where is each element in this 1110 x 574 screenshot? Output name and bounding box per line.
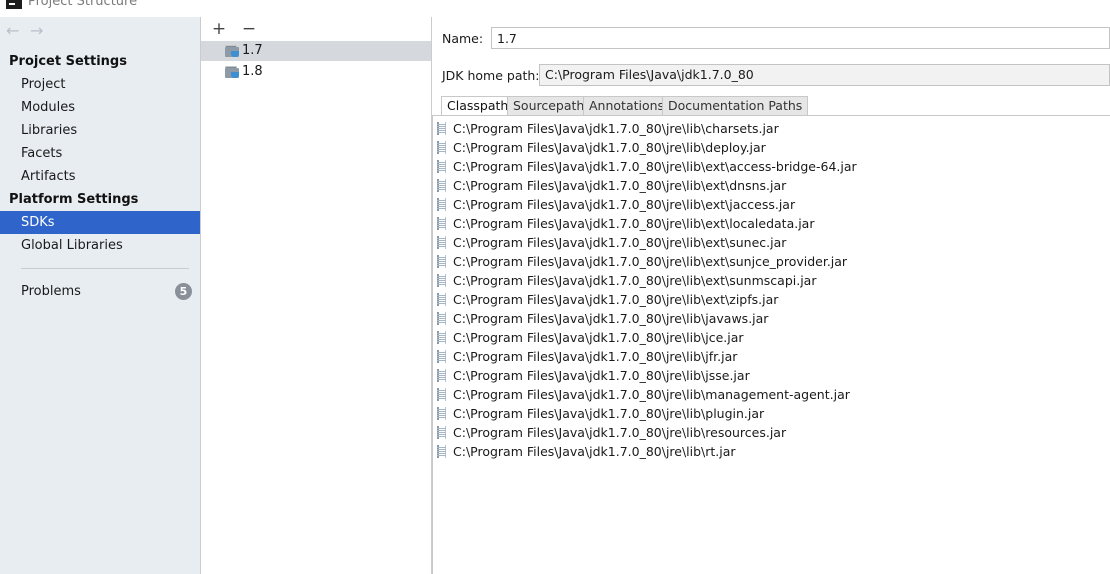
jdk-home-path-field[interactable]: C:\Program Files\Java\jdk1.7.0_80	[539, 64, 1110, 86]
classpath-entry[interactable]: C:\Program Files\Java\jdk1.7.0_80\jre\li…	[436, 328, 1106, 347]
list-left-border	[432, 115, 433, 574]
tab-classpath[interactable]: Classpath	[441, 96, 515, 115]
classpath-entry-path: C:\Program Files\Java\jdk1.7.0_80\jre\li…	[453, 178, 787, 193]
jdk-folder-icon	[225, 66, 240, 78]
classpath-entry-path: C:\Program Files\Java\jdk1.7.0_80\jre\li…	[453, 311, 769, 326]
classpath-entry[interactable]: C:\Program Files\Java\jdk1.7.0_80\jre\li…	[436, 119, 1106, 138]
classpath-entry-path: C:\Program Files\Java\jdk1.7.0_80\jre\li…	[453, 349, 738, 364]
sidebar-item-artifacts[interactable]: Artifacts	[0, 165, 200, 188]
forward-arrow-icon[interactable]: →	[30, 21, 50, 40]
classpath-entry-path: C:\Program Files\Java\jdk1.7.0_80\jre\li…	[453, 425, 787, 440]
classpath-entry[interactable]: C:\Program Files\Java\jdk1.7.0_80\jre\li…	[436, 214, 1106, 233]
jar-archive-icon	[437, 369, 446, 382]
sdk-list-panel: + − 1.7 1.8	[201, 17, 432, 574]
jar-archive-icon	[437, 122, 446, 135]
jar-archive-icon	[437, 274, 446, 287]
jdk-home-label: JDK home path:	[442, 68, 540, 83]
sdk-name: 1.8	[242, 64, 263, 79]
jar-archive-icon	[437, 217, 446, 230]
jar-archive-icon	[437, 255, 446, 268]
classpath-entry-path: C:\Program Files\Java\jdk1.7.0_80\jre\li…	[453, 444, 736, 459]
sdk-list-item[interactable]: 1.7	[201, 41, 431, 61]
sidebar-item-global-libraries[interactable]: Global Libraries	[0, 234, 200, 257]
classpath-entry[interactable]: C:\Program Files\Java\jdk1.7.0_80\jre\li…	[436, 176, 1106, 195]
jar-archive-icon	[437, 141, 446, 154]
sidebar-item-libraries[interactable]: Libraries	[0, 119, 200, 142]
remove-sdk-button[interactable]: −	[239, 19, 259, 39]
jar-archive-icon	[437, 331, 446, 344]
sidebar-item-sdks[interactable]: SDKs	[0, 211, 200, 234]
jar-archive-icon	[437, 426, 446, 439]
classpath-entry[interactable]: C:\Program Files\Java\jdk1.7.0_80\jre\li…	[436, 385, 1106, 404]
classpath-entry-path: C:\Program Files\Java\jdk1.7.0_80\jre\li…	[453, 254, 848, 269]
classpath-entry-path: C:\Program Files\Java\jdk1.7.0_80\jre\li…	[453, 159, 857, 174]
jar-archive-icon	[437, 293, 446, 306]
classpath-entry[interactable]: C:\Program Files\Java\jdk1.7.0_80\jre\li…	[436, 404, 1106, 423]
classpath-entry-path: C:\Program Files\Java\jdk1.7.0_80\jre\li…	[453, 140, 766, 155]
sdk-toolbar: + −	[209, 19, 265, 39]
classpath-entry[interactable]: C:\Program Files\Java\jdk1.7.0_80\jre\li…	[436, 157, 1106, 176]
history-nav: ← →	[6, 21, 50, 40]
platform-settings-heading: Platform Settings	[9, 192, 139, 207]
sidebar-divider	[21, 268, 189, 269]
problems-label: Problems	[21, 284, 81, 299]
sidebar-item-facets[interactable]: Facets	[0, 142, 200, 165]
classpath-entry[interactable]: C:\Program Files\Java\jdk1.7.0_80\jre\li…	[436, 423, 1106, 442]
tab-annotations[interactable]: Annotations	[583, 96, 671, 115]
intellij-app-icon	[6, 0, 22, 9]
jar-archive-icon	[437, 388, 446, 401]
jar-archive-icon	[437, 179, 446, 192]
settings-sidebar: ← → Projcet Settings Project Modules Lib…	[0, 17, 201, 574]
classpath-entry-path: C:\Program Files\Java\jdk1.7.0_80\jre\li…	[453, 387, 850, 402]
classpath-entry[interactable]: C:\Program Files\Java\jdk1.7.0_80\jre\li…	[436, 233, 1106, 252]
tab-sourcepath[interactable]: Sourcepath	[507, 96, 591, 115]
window-titlebar: Project Structure	[0, 0, 1110, 17]
jar-archive-icon	[437, 350, 446, 363]
classpath-entry-path: C:\Program Files\Java\jdk1.7.0_80\jre\li…	[453, 273, 817, 288]
classpath-entry[interactable]: C:\Program Files\Java\jdk1.7.0_80\jre\li…	[436, 290, 1106, 309]
sdk-details-panel: Name: JDK home path: C:\Program Files\Ja…	[432, 17, 1110, 574]
classpath-entry[interactable]: C:\Program Files\Java\jdk1.7.0_80\jre\li…	[436, 138, 1106, 157]
classpath-entry-path: C:\Program Files\Java\jdk1.7.0_80\jre\li…	[453, 235, 787, 250]
classpath-entry-path: C:\Program Files\Java\jdk1.7.0_80\jre\li…	[453, 197, 796, 212]
tab-documentation-paths[interactable]: Documentation Paths	[662, 96, 809, 115]
sidebar-item-modules[interactable]: Modules	[0, 96, 200, 119]
jar-archive-icon	[437, 160, 446, 173]
classpath-entry[interactable]: C:\Program Files\Java\jdk1.7.0_80\jre\li…	[436, 366, 1106, 385]
add-sdk-button[interactable]: +	[209, 19, 229, 39]
sdk-name: 1.7	[242, 43, 263, 58]
sdk-name-field[interactable]	[491, 27, 1110, 49]
jdk-folder-icon	[225, 45, 240, 57]
classpath-entry-path: C:\Program Files\Java\jdk1.7.0_80\jre\li…	[453, 121, 779, 136]
tabs-divider	[432, 115, 1110, 116]
classpath-entry[interactable]: C:\Program Files\Java\jdk1.7.0_80\jre\li…	[436, 252, 1106, 271]
project-settings-heading: Projcet Settings	[9, 54, 127, 69]
classpath-entry-path: C:\Program Files\Java\jdk1.7.0_80\jre\li…	[453, 368, 750, 383]
problems-count-badge: 5	[175, 283, 192, 300]
jar-archive-icon	[437, 236, 446, 249]
sdk-list-item[interactable]: 1.8	[201, 62, 431, 82]
classpath-entry-path: C:\Program Files\Java\jdk1.7.0_80\jre\li…	[453, 406, 765, 421]
sidebar-item-problems[interactable]: Problems 5	[0, 280, 200, 303]
name-label: Name:	[442, 31, 484, 46]
jar-archive-icon	[437, 198, 446, 211]
classpath-entry[interactable]: C:\Program Files\Java\jdk1.7.0_80\jre\li…	[436, 347, 1106, 366]
classpath-entry[interactable]: C:\Program Files\Java\jdk1.7.0_80\jre\li…	[436, 309, 1106, 328]
jar-archive-icon	[437, 312, 446, 325]
jar-archive-icon	[437, 445, 446, 458]
classpath-entry[interactable]: C:\Program Files\Java\jdk1.7.0_80\jre\li…	[436, 442, 1106, 461]
back-arrow-icon[interactable]: ←	[6, 21, 26, 40]
classpath-entry[interactable]: C:\Program Files\Java\jdk1.7.0_80\jre\li…	[436, 195, 1106, 214]
window-title: Project Structure	[28, 0, 138, 9]
classpath-entry[interactable]: C:\Program Files\Java\jdk1.7.0_80\jre\li…	[436, 271, 1106, 290]
classpath-entry-path: C:\Program Files\Java\jdk1.7.0_80\jre\li…	[453, 330, 744, 345]
classpath-list: C:\Program Files\Java\jdk1.7.0_80\jre\li…	[436, 119, 1106, 461]
sidebar-item-project[interactable]: Project	[0, 73, 200, 96]
jar-archive-icon	[437, 407, 446, 420]
classpath-entry-path: C:\Program Files\Java\jdk1.7.0_80\jre\li…	[453, 292, 779, 307]
classpath-entry-path: C:\Program Files\Java\jdk1.7.0_80\jre\li…	[453, 216, 815, 231]
